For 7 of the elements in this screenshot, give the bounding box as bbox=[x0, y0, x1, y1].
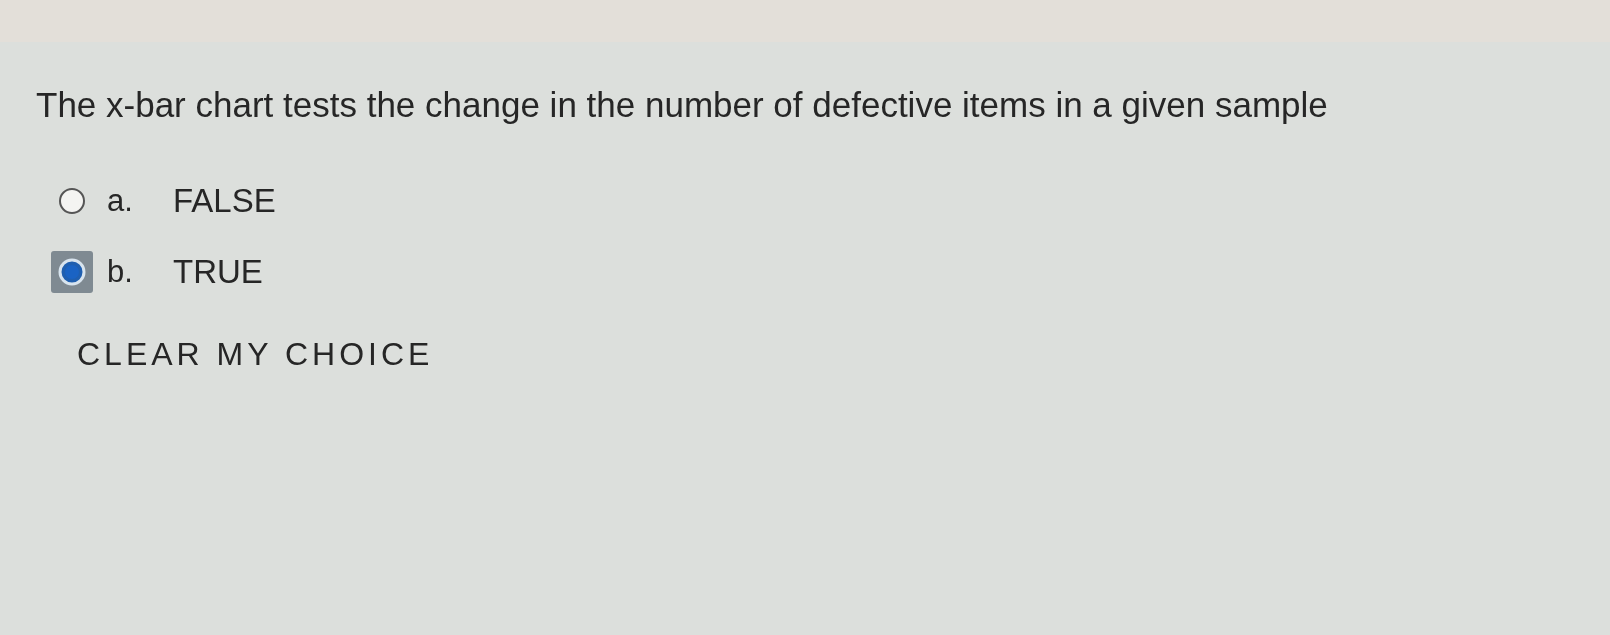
option-letter: a. bbox=[107, 183, 134, 219]
option-label[interactable]: TRUE bbox=[173, 253, 263, 291]
clear-choice-link[interactable]: CLEAR MY CHOICE bbox=[77, 336, 434, 373]
question-text: The x-bar chart tests the change in the number of defective items in a given sample bbox=[36, 84, 1329, 126]
option-label[interactable]: FALSE bbox=[173, 182, 276, 220]
option-letter: b. bbox=[107, 254, 134, 290]
radio-button[interactable] bbox=[51, 251, 93, 293]
